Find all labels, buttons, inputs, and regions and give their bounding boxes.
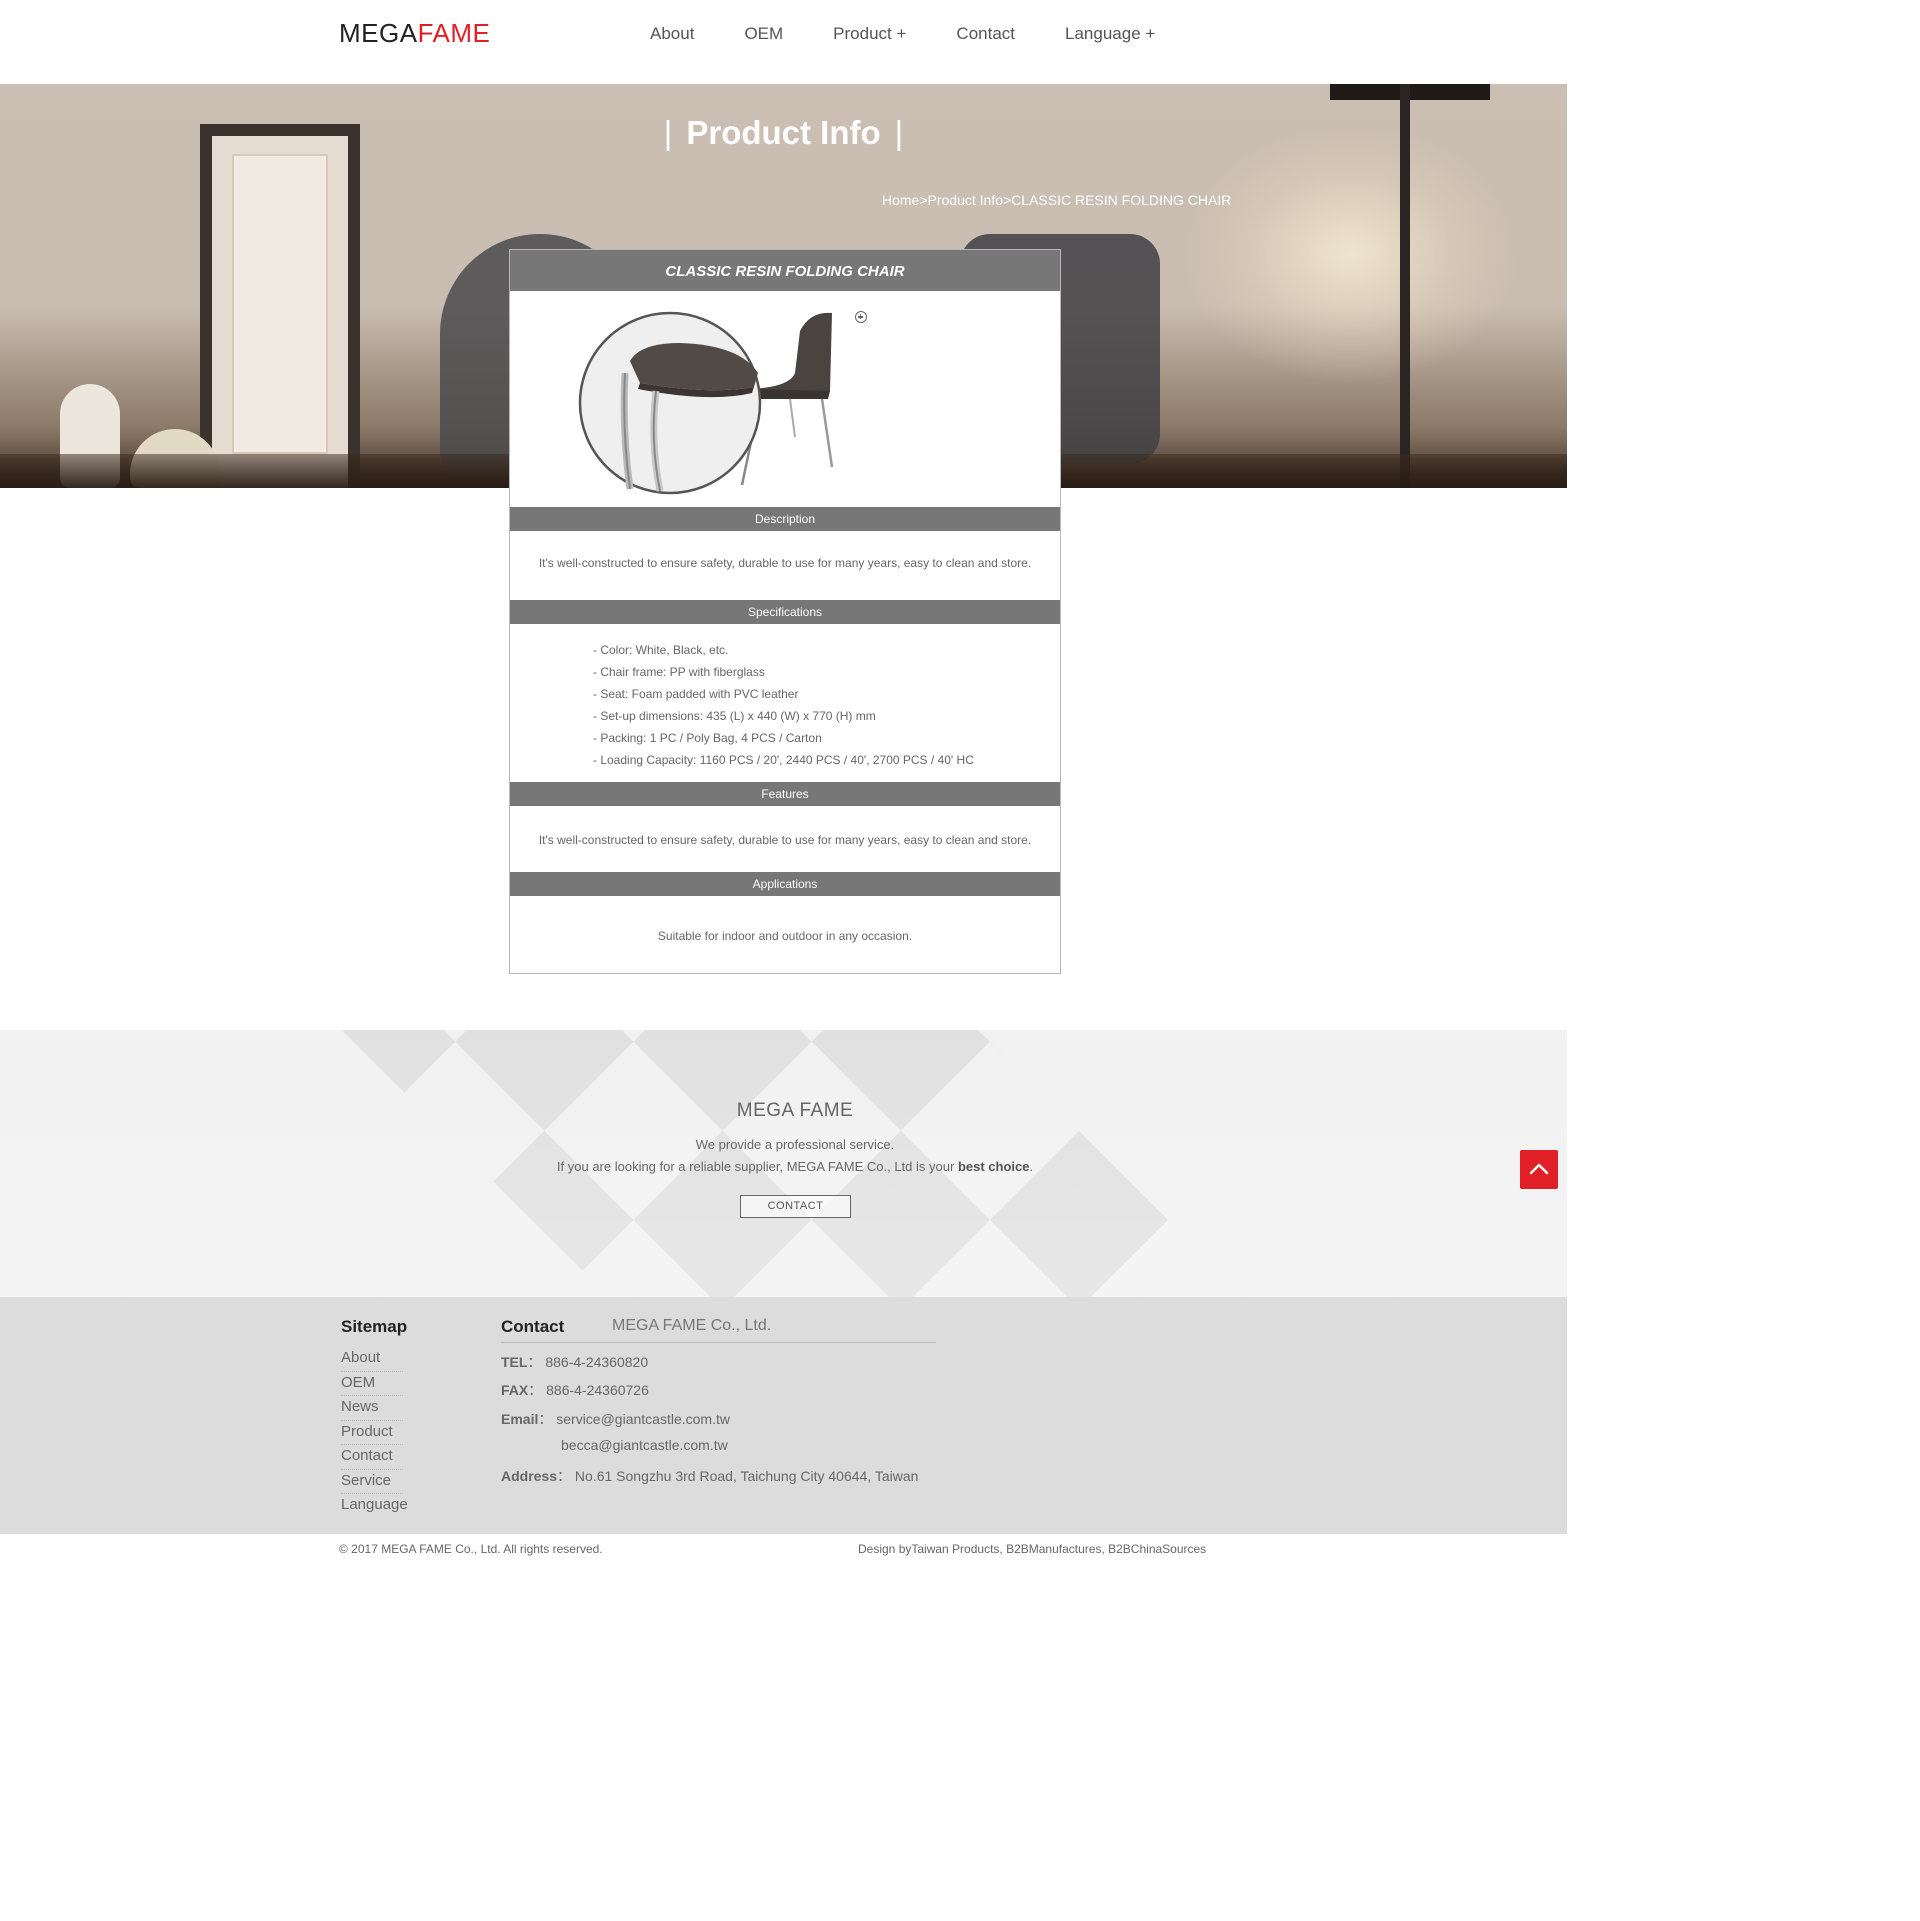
sitemap-link-service[interactable]: Service xyxy=(341,1470,403,1494)
features-header: Features xyxy=(510,782,1060,806)
spec-item: - Color: White, Black, etc. xyxy=(593,643,729,657)
banner-lamp-shade xyxy=(1330,84,1490,100)
tel-value: 886-4-24360820 xyxy=(545,1354,649,1370)
email-row: Email： service@giantcastle.com.tw xyxy=(501,1409,730,1429)
sitemap-link-oem[interactable]: OEM xyxy=(341,1372,403,1396)
address-row: Address： No.61 Songzhu 3rd Road, Taichun… xyxy=(501,1466,918,1486)
main-nav: About OEM Product + Contact Language + xyxy=(650,24,1205,44)
logo-fame: FAME xyxy=(417,18,491,48)
promo-best-choice: best choice xyxy=(957,1159,1030,1174)
promo-description-text: If you are looking for a reliable suppli… xyxy=(556,1159,958,1174)
title-bar-left: | xyxy=(663,114,673,151)
nav-oem[interactable]: OEM xyxy=(744,24,783,44)
description-header: Description xyxy=(510,507,1060,531)
email-value-2[interactable]: becca@giantcastle.com.tw xyxy=(561,1437,728,1453)
spec-item: - Packing: 1 PC / Poly Bag, 4 PCS / Cart… xyxy=(593,731,822,745)
promo-section: MEGA FAME We provide a professional serv… xyxy=(0,1030,1567,1297)
spec-item: - Loading Capacity: 1160 PCS / 20', 2440… xyxy=(593,753,974,767)
spec-item: - Set-up dimensions: 435 (L) x 440 (W) x… xyxy=(593,709,876,723)
contact-header: Contact MEGA FAME Co., Ltd. xyxy=(501,1317,936,1343)
zoom-in-icon[interactable] xyxy=(855,311,867,323)
page-title-text: Product Info xyxy=(686,114,881,151)
fax-value: 886-4-24360726 xyxy=(546,1382,649,1398)
company-name: MEGA FAME Co., Ltd. xyxy=(612,1317,772,1334)
sitemap-title: Sitemap xyxy=(341,1317,408,1336)
site-header: MEGAFAME About OEM Product + Contact Lan… xyxy=(0,0,1567,84)
sitemap-link-contact[interactable]: Contact xyxy=(341,1445,403,1470)
nav-language[interactable]: Language + xyxy=(1065,24,1155,44)
banner-lamp-glow xyxy=(1180,124,1520,384)
sitemap-link-about[interactable]: About xyxy=(341,1347,403,1372)
applications-text: Suitable for indoor and outdoor in any o… xyxy=(657,929,913,943)
address-value: No.61 Songzhu 3rd Road, Taichung City 40… xyxy=(574,1468,919,1484)
sitemap-link-news[interactable]: News xyxy=(341,1396,403,1421)
product-name: CLASSIC RESIN FOLDING CHAIR xyxy=(510,250,1060,291)
description-text: It's well-constructed to ensure safety, … xyxy=(538,556,1032,570)
breadcrumb[interactable]: Home>Product Info>CLASSIC RESIN FOLDING … xyxy=(882,192,1231,208)
fax-separator: ： xyxy=(528,1382,543,1398)
chevron-up-icon xyxy=(1529,1163,1549,1175)
nav-about[interactable]: About xyxy=(650,24,694,44)
back-to-top-button[interactable] xyxy=(1520,1150,1558,1189)
title-bar-right: | xyxy=(894,114,904,151)
promo-description-end: . xyxy=(1029,1159,1034,1174)
sitemap-link-language[interactable]: Language xyxy=(341,1494,408,1519)
specifications-header: Specifications xyxy=(510,600,1060,624)
nav-product[interactable]: Product + xyxy=(833,24,906,44)
banner-picture-frame-inner xyxy=(232,154,328,454)
promo-tagline: We provide a professional service. xyxy=(695,1137,895,1152)
contact-button[interactable]: CONTACT xyxy=(740,1195,851,1218)
specifications-list: - Color: White, Black, etc. - Chair fram… xyxy=(510,624,1060,782)
applications-header: Applications xyxy=(510,872,1060,896)
fax-label: FAX xyxy=(501,1382,529,1398)
promo-title: MEGA FAME xyxy=(736,1100,854,1121)
product-card: CLASSIC RESIN FOLDING CHAIR Description … xyxy=(509,249,1061,974)
nav-contact[interactable]: Contact xyxy=(956,24,1015,44)
promo-description: If you are looking for a reliable suppli… xyxy=(0,1159,1567,1174)
email-separator: ： xyxy=(538,1411,553,1427)
contact-title: Contact xyxy=(501,1317,565,1336)
tel-label: TEL xyxy=(501,1354,528,1370)
site-footer: Sitemap About OEM News Product Contact S… xyxy=(0,1297,1567,1534)
email-row-2: becca@giantcastle.com.tw xyxy=(561,1437,728,1453)
fax-row: FAX： 886-4-24360726 xyxy=(501,1380,649,1400)
email-label: Email xyxy=(501,1411,539,1427)
address-separator: ： xyxy=(557,1468,572,1484)
address-label: Address xyxy=(501,1468,558,1484)
sitemap-link-product[interactable]: Product xyxy=(341,1421,403,1445)
features-text: It's well-constructed to ensure safety, … xyxy=(538,833,1032,847)
chair-illustration xyxy=(578,311,834,495)
page-title: | Product Info | xyxy=(0,114,1567,152)
product-image[interactable] xyxy=(510,291,1060,507)
tel-row: TEL： 886-4-24360820 xyxy=(501,1352,648,1372)
email-value-1[interactable]: service@giantcastle.com.tw xyxy=(556,1411,730,1427)
design-credit[interactable]: Design byTaiwan Products, B2BManufacture… xyxy=(858,1542,1206,1556)
sitemap-list: About OEM News Product Contact Service L… xyxy=(341,1347,408,1519)
spec-item: - Seat: Foam padded with PVC leather xyxy=(593,687,799,701)
tel-separator: ： xyxy=(527,1354,542,1370)
logo-mega: MEGA xyxy=(339,18,418,48)
spec-item: - Chair frame: PP with fiberglass xyxy=(593,665,765,679)
site-logo[interactable]: MEGAFAME xyxy=(339,18,490,49)
copyright: © 2017 MEGA FAME Co., Ltd. All rights re… xyxy=(339,1542,603,1556)
